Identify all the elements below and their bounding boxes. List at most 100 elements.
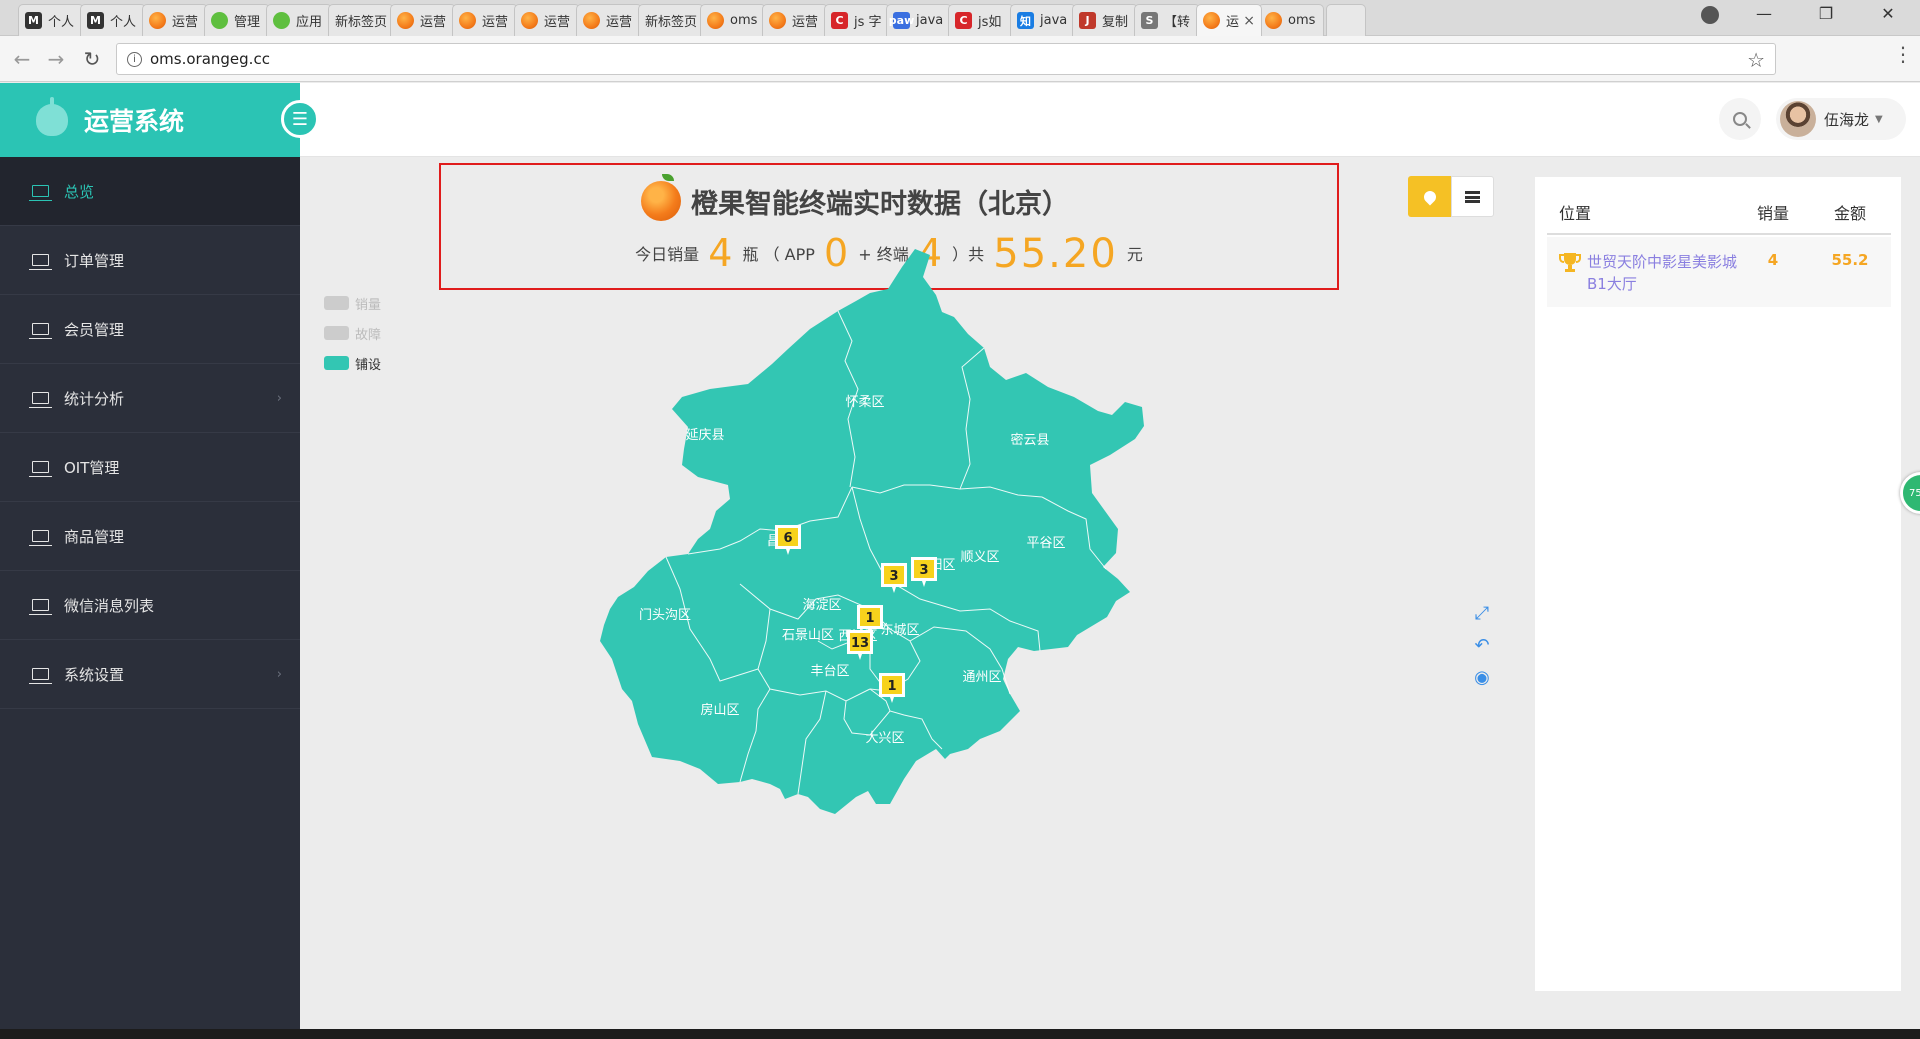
row-amount: 55.2 — [1831, 251, 1869, 269]
sidebar-item[interactable]: OIT管理 — [0, 433, 300, 502]
legend-label: 铺设 — [355, 357, 382, 373]
legend-label: 故障 — [355, 327, 382, 343]
beijing-map[interactable]: 延庆县怀柔区密云县平谷区昌平顺义区门头沟区海淀区石景山区西城区东城区朝阳区丰台区… — [570, 249, 1350, 954]
tab-title: java — [1040, 13, 1068, 28]
browser-tab[interactable]: 运营 — [142, 4, 208, 36]
browser-toolbar: ← → ↻ i oms.orangeg.cc ☆ ⋮ — [0, 36, 1920, 82]
top-header: 伍海龙 ▼ — [300, 83, 1920, 157]
browser-tab[interactable]: 应用 — [266, 4, 332, 36]
sidebar-item-label: 微信消息列表 — [64, 596, 155, 615]
eye-icon[interactable]: ◉ — [1470, 661, 1494, 693]
new-tab-button[interactable] — [1326, 4, 1366, 36]
monitor-icon — [29, 461, 52, 477]
fullscreen-icon[interactable]: ⤢ — [1470, 597, 1494, 629]
marker-count: 3 — [889, 569, 898, 584]
list-icon — [1465, 190, 1480, 203]
marker-count: 3 — [919, 563, 928, 578]
sidebar: 运营系统 ☰ 总览 订单管理 会员管理 统计分析 › OIT管理 商品管理 微信消息列表 系统设… — [0, 83, 319, 1039]
browser-tab[interactable]: 运营 — [514, 4, 580, 36]
map-view-button[interactable] — [1408, 176, 1451, 217]
beijing-map-shape — [600, 249, 1144, 814]
orange-fruit-icon — [641, 174, 681, 221]
row-location[interactable]: 世贸天阶中影星美影城B1大厅 — [1587, 251, 1737, 295]
legend-item[interactable]: 销量 — [324, 288, 381, 318]
restore-icon[interactable]: ❐ — [1806, 4, 1846, 23]
user-menu[interactable]: 伍海龙 ▼ — [1776, 98, 1906, 140]
legend-item[interactable]: 故障 — [324, 318, 381, 348]
minimize-icon[interactable]: — — [1744, 4, 1784, 23]
browser-tab[interactable]: 运 × — [1196, 4, 1262, 36]
tab-title: 【转 — [1164, 15, 1191, 30]
browser-tab[interactable]: J 复制 — [1072, 4, 1138, 36]
district-label: 丰台区 — [810, 664, 849, 679]
district-label: 怀柔区 — [845, 395, 884, 410]
row-qty: 4 — [1767, 251, 1779, 269]
browser-tab[interactable]: 管理 — [204, 4, 270, 36]
address-bar[interactable]: i oms.orangeg.cc ☆ — [116, 43, 1776, 75]
sidebar-item[interactable]: 商品管理 — [0, 502, 300, 571]
browser-tab[interactable]: 知 java — [1010, 4, 1076, 36]
browser-tab[interactable]: 运营 — [452, 4, 518, 36]
browser-tab[interactable]: 运营 — [762, 4, 828, 36]
tab-title: 运营 — [792, 15, 819, 30]
bookmark-star-icon[interactable]: ☆ — [1747, 48, 1765, 72]
browser-tab[interactable]: 新标签页 — [638, 4, 704, 36]
sidebar-toggle-button[interactable]: ☰ — [281, 100, 319, 138]
sidebar-item[interactable]: 订单管理 — [0, 226, 300, 295]
browser-tab[interactable]: oms — [1258, 4, 1324, 36]
browser-tab[interactable]: S 【转 — [1134, 4, 1200, 36]
tab-title: 管理 — [234, 15, 261, 30]
tab-title: 新标签页 — [335, 15, 388, 30]
tab-favicon-icon — [1203, 12, 1220, 29]
browser-tab[interactable]: M 个人 — [80, 4, 146, 36]
tab-favicon-icon: 知 — [1017, 12, 1034, 29]
sidebar-item-label: 统计分析 — [64, 389, 125, 408]
sidebar-item[interactable]: 会员管理 — [0, 295, 300, 364]
browser-tab[interactable]: Cjs如 — [948, 4, 1014, 36]
browser-tab[interactable]: Cjs 字 — [824, 4, 890, 36]
info-icon[interactable]: i — [127, 51, 142, 67]
tab-close-icon[interactable]: × — [1243, 13, 1255, 29]
sidebar-item-label: 商品管理 — [64, 527, 125, 546]
tab-favicon-icon — [583, 12, 600, 29]
monitor-icon — [29, 392, 52, 408]
tab-title: 新标签页 — [645, 15, 698, 30]
browser-tab[interactable]: paw java — [886, 4, 952, 36]
browser-tab[interactable]: oms — [700, 4, 766, 36]
sidebar-item-label: 订单管理 — [64, 251, 125, 270]
search-button[interactable] — [1719, 98, 1761, 140]
sidebar-item-label: 系统设置 — [64, 665, 125, 684]
sidebar-item[interactable]: 总览 — [0, 157, 300, 226]
sidebar-item[interactable]: 微信消息列表 — [0, 571, 300, 640]
marker-count: 13 — [851, 636, 869, 651]
browser-tab[interactable]: M 个人 — [18, 4, 84, 36]
list-view-button[interactable] — [1451, 176, 1494, 217]
tab-favicon-icon — [769, 12, 786, 29]
tab-favicon-icon: C — [955, 12, 972, 29]
browser-tab[interactable]: 运营 — [576, 4, 642, 36]
undo-icon[interactable]: ↶ — [1470, 629, 1494, 661]
tab-favicon-icon — [459, 12, 476, 29]
sidebar-item[interactable]: 系统设置 › — [0, 640, 300, 709]
monitor-icon — [29, 254, 52, 270]
browser-profile-icon[interactable] — [1701, 6, 1719, 24]
sidebar-item[interactable]: 统计分析 › — [0, 364, 300, 433]
avatar — [1780, 101, 1816, 137]
back-icon[interactable]: ← — [10, 47, 34, 71]
tab-favicon-icon — [1265, 12, 1282, 29]
tab-favicon-icon: M — [87, 12, 104, 29]
browser-menu-icon[interactable]: ⋮ — [1893, 44, 1913, 64]
legend-item[interactable]: 铺设 — [324, 348, 381, 378]
os-taskbar — [0, 1029, 1920, 1039]
forward-icon[interactable]: → — [44, 47, 68, 71]
browser-tab[interactable]: 运营 — [390, 4, 456, 36]
district-label: 东城区 — [880, 623, 919, 638]
view-toggle — [1408, 176, 1494, 217]
table-row[interactable]: 世贸天阶中影星美影城B1大厅 4 55.2 — [1547, 237, 1891, 307]
tab-title: 运营 — [420, 15, 447, 30]
browser-tab[interactable]: 新标签页 — [328, 4, 394, 36]
tab-title: java — [916, 13, 944, 28]
close-window-icon[interactable]: ✕ — [1868, 4, 1908, 23]
reload-icon[interactable]: ↻ — [80, 47, 104, 71]
username: 伍海龙 — [1824, 110, 1870, 129]
